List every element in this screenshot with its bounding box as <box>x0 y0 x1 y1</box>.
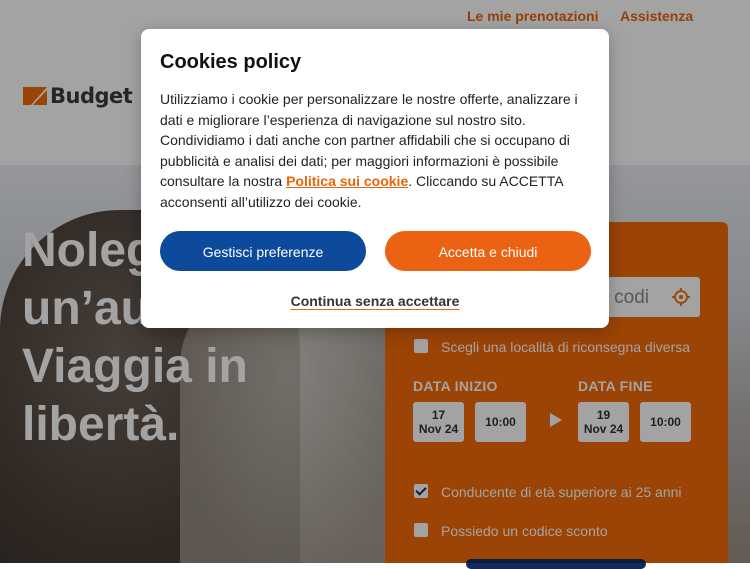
accept-and-close-button[interactable]: Accetta e chiudi <box>385 231 591 271</box>
manage-preferences-button[interactable]: Gestisci preferenze <box>160 231 366 271</box>
cookie-policy-dialog: Cookies policy Utilizziamo i cookie per … <box>141 29 609 328</box>
dialog-title: Cookies policy <box>160 51 302 73</box>
dialog-body: Utilizziamo i cookie per personalizzare … <box>160 89 590 212</box>
cookie-policy-link[interactable]: Politica sui cookie <box>286 173 408 189</box>
continue-without-accepting-wrapper: Continua senza accettare <box>141 293 609 309</box>
continue-without-accepting-link[interactable]: Continua senza accettare <box>291 293 460 309</box>
